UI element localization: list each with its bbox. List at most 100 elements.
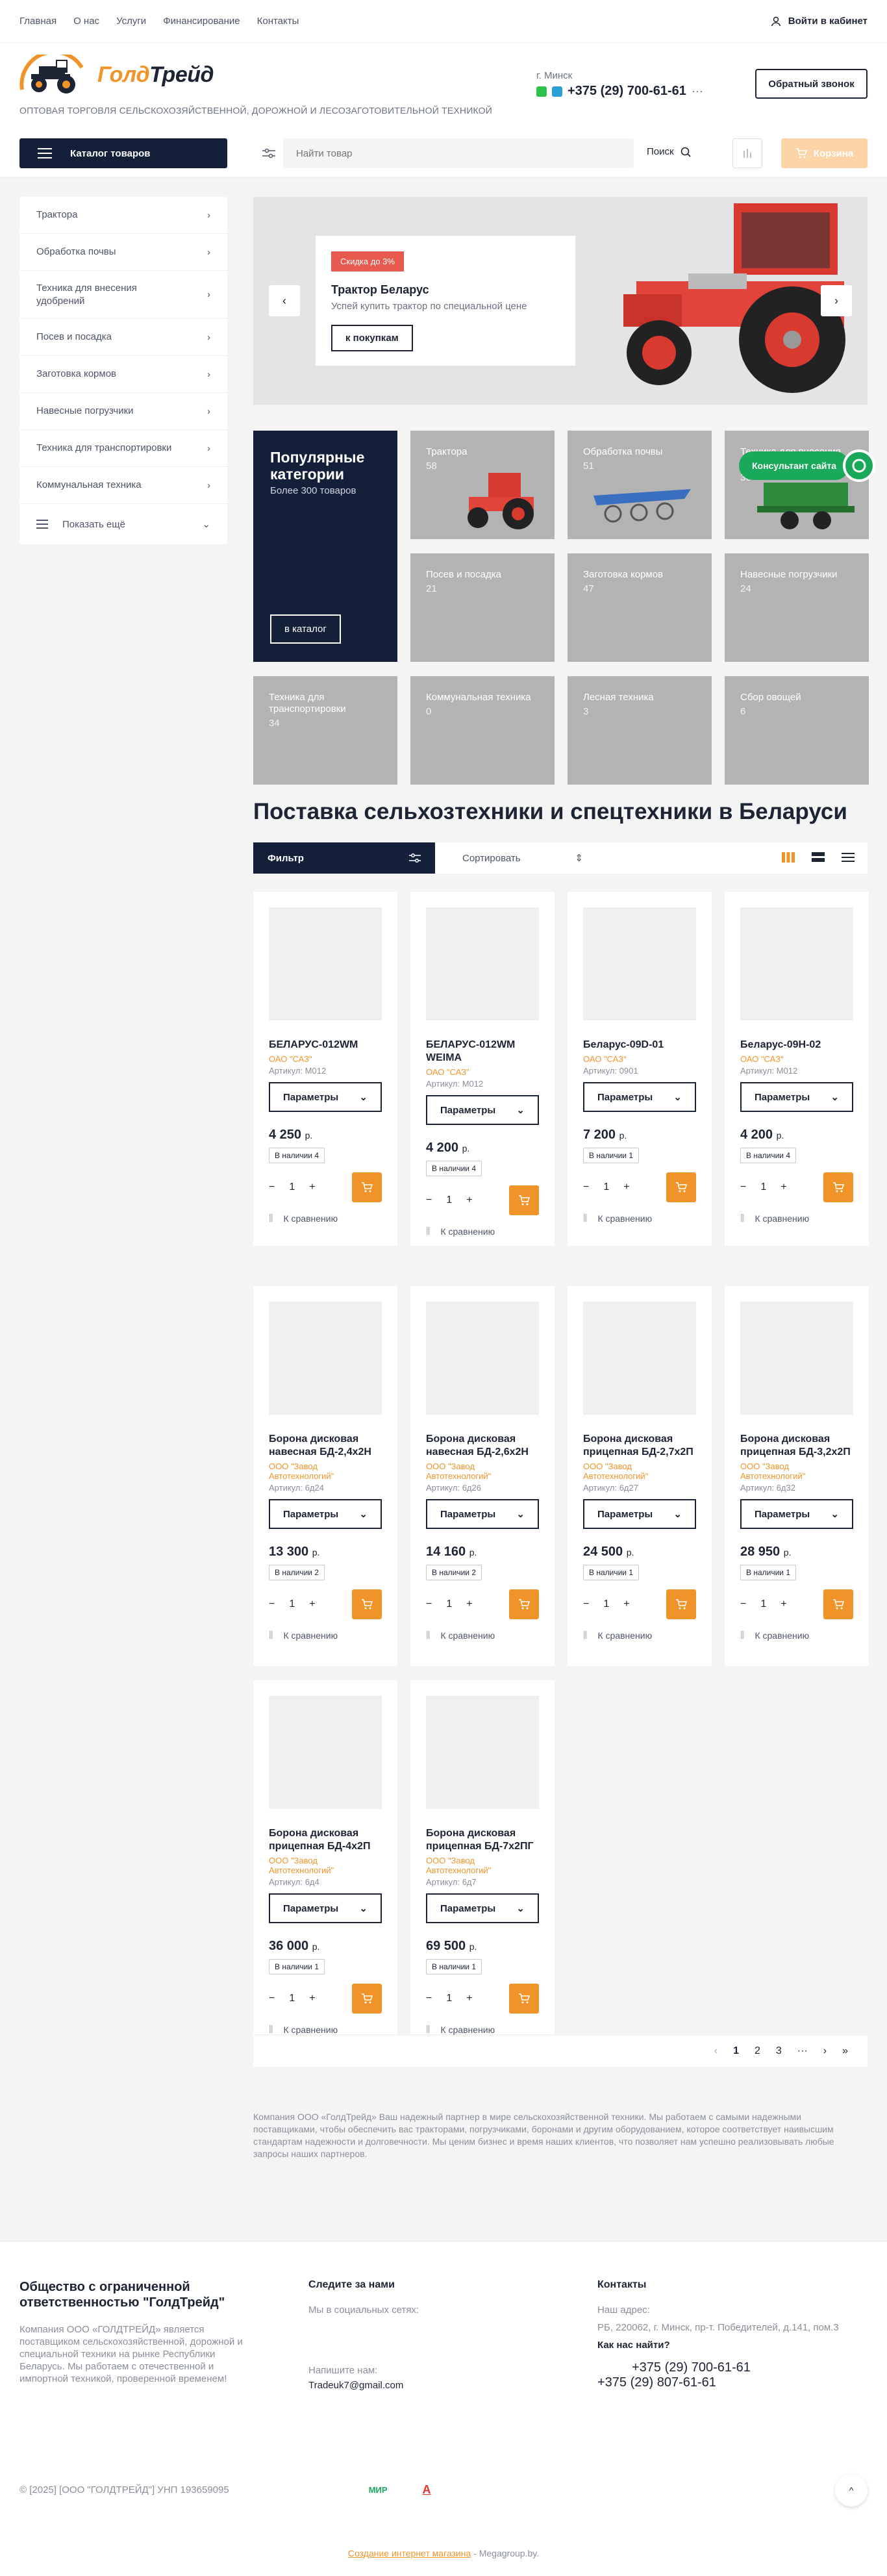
category-tile[interactable]: Посев и посадка 21 bbox=[410, 553, 555, 662]
params-dropdown[interactable]: Параметры ⌄ bbox=[269, 1893, 382, 1923]
product-name[interactable]: Борона дисковая навесная БД-2,6х2Н bbox=[426, 1433, 539, 1459]
product-name[interactable]: Борона дисковая прицепная БД-7х2ПГ bbox=[426, 1827, 539, 1853]
product-name[interactable]: Борона дисковая прицепная БД-4х2П bbox=[269, 1827, 382, 1853]
params-dropdown[interactable]: Параметры ⌄ bbox=[740, 1499, 853, 1529]
plus-button[interactable]: + bbox=[781, 1181, 786, 1193]
params-dropdown[interactable]: Параметры ⌄ bbox=[426, 1095, 539, 1125]
plus-button[interactable]: + bbox=[466, 1598, 472, 1610]
product-name[interactable]: Беларус-09Н-02 bbox=[740, 1039, 853, 1052]
show-more-button[interactable]: Показать ещё ⌄ bbox=[19, 504, 227, 544]
product-image[interactable] bbox=[426, 907, 539, 1020]
params-dropdown[interactable]: Параметры ⌄ bbox=[269, 1082, 382, 1112]
add-to-cart-button[interactable] bbox=[823, 1172, 853, 1202]
minus-button[interactable]: − bbox=[583, 1598, 589, 1610]
plus-button[interactable]: + bbox=[309, 1598, 315, 1610]
minus-button[interactable]: − bbox=[583, 1181, 589, 1193]
product-image[interactable] bbox=[740, 907, 853, 1020]
product-name[interactable]: БЕЛАРУС-012WM WEIMA bbox=[426, 1039, 539, 1065]
compare-link[interactable]: ⫼ К сравнению bbox=[583, 1630, 696, 1641]
category-tile[interactable]: Коммунальная техника 0 bbox=[410, 676, 555, 785]
grid-view-icon[interactable] bbox=[782, 852, 795, 863]
product-name[interactable]: БЕЛАРУС-012WM bbox=[269, 1039, 382, 1052]
params-dropdown[interactable]: Параметры ⌄ bbox=[583, 1499, 696, 1529]
minus-button[interactable]: − bbox=[426, 1194, 432, 1206]
banner-next-button[interactable]: › bbox=[821, 285, 852, 316]
quantity-value[interactable]: 1 bbox=[603, 1181, 609, 1193]
find-us-link[interactable]: Как нас найти? bbox=[597, 2339, 868, 2351]
minus-button[interactable]: − bbox=[269, 1598, 275, 1610]
sidebar-item-tractors[interactable]: Трактора › bbox=[19, 197, 227, 234]
product-image[interactable] bbox=[583, 907, 696, 1020]
category-tile[interactable]: Техника для внесения удобрений36 bbox=[725, 431, 869, 539]
plus-button[interactable]: + bbox=[623, 1181, 629, 1193]
compare-link[interactable]: ⫼ К сравнению bbox=[269, 2024, 382, 2035]
whatsapp-icon[interactable] bbox=[536, 86, 547, 97]
product-card[interactable]: Беларус-09D-01 ОАО "САЗ" Артикул: 0901 Пара… bbox=[568, 892, 712, 1246]
sort-select[interactable]: Сортировать ⇕ bbox=[448, 842, 597, 874]
more-dots-icon[interactable]: ··· bbox=[692, 84, 703, 98]
product-card[interactable]: Борона дисковая прицепная БД-2,7х2П ООО "… bbox=[568, 1286, 712, 1666]
shop-button[interactable]: к покупкам bbox=[331, 325, 413, 351]
quantity-value[interactable]: 1 bbox=[760, 1181, 766, 1193]
callback-button[interactable]: Обратный звонок bbox=[755, 69, 868, 99]
product-image[interactable] bbox=[426, 1696, 539, 1809]
cart-button[interactable]: Корзина bbox=[781, 138, 868, 168]
quantity-value[interactable]: 1 bbox=[760, 1598, 766, 1610]
sidebar-item-municipal[interactable]: Коммунальная техника › bbox=[19, 467, 227, 504]
sidebar-item-fertilizer[interactable]: Техника для внесения удобрений › bbox=[19, 271, 227, 319]
table-view-icon[interactable] bbox=[842, 852, 855, 863]
quantity-value[interactable]: 1 bbox=[289, 1598, 295, 1610]
quantity-value[interactable]: 1 bbox=[446, 1598, 452, 1610]
filter-button[interactable]: Фильтр bbox=[253, 842, 435, 874]
search-input[interactable] bbox=[283, 138, 634, 168]
product-card[interactable]: БЕЛАРУС-012WM WEIMA ОАО "САЗ" Артикул: М01… bbox=[410, 892, 555, 1246]
add-to-cart-button[interactable] bbox=[823, 1589, 853, 1619]
nav-finance[interactable]: Финансирование bbox=[163, 16, 240, 27]
product-image[interactable] bbox=[269, 1696, 382, 1809]
product-card[interactable]: Борона дисковая навесная БД-2,6х2Н ООО "З… bbox=[410, 1286, 555, 1666]
search-button[interactable]: Поиск bbox=[647, 146, 691, 157]
category-tile[interactable]: Сбор овощей 6 bbox=[725, 676, 869, 785]
prev-page-icon[interactable]: ‹ bbox=[714, 2045, 718, 2057]
footer-phone-2[interactable]: +375 (29) 807-61-61 bbox=[597, 2376, 868, 2389]
compare-link[interactable]: ⫼ К сравнению bbox=[426, 2024, 539, 2035]
category-tile[interactable]: Навесные погрузчики 24 bbox=[725, 553, 869, 662]
product-name[interactable]: Борона дисковая навесная БД-2,4х2Н bbox=[269, 1433, 382, 1459]
plus-button[interactable]: + bbox=[623, 1598, 629, 1610]
params-dropdown[interactable]: Параметры ⌄ bbox=[583, 1082, 696, 1112]
add-to-cart-button[interactable] bbox=[509, 1984, 539, 2014]
category-tile[interactable]: Заготовка кормов 47 bbox=[568, 553, 712, 662]
product-card[interactable]: Борона дисковая прицепная БД-4х2П ООО "За… bbox=[253, 1680, 397, 2035]
sidebar-item-transport[interactable]: Техника для транспортировки › bbox=[19, 430, 227, 467]
compare-button[interactable] bbox=[732, 138, 762, 168]
nav-services[interactable]: Услуги bbox=[116, 16, 146, 27]
consultant-button[interactable]: Консультант сайта bbox=[739, 451, 849, 480]
plus-button[interactable]: + bbox=[309, 1993, 315, 2004]
plus-button[interactable]: + bbox=[781, 1598, 786, 1610]
product-name[interactable]: Борона дисковая прицепная БД-3,2х2П bbox=[740, 1433, 853, 1459]
category-tile[interactable]: Техника для транспортировки 34 bbox=[253, 676, 397, 785]
params-dropdown[interactable]: Параметры ⌄ bbox=[269, 1499, 382, 1529]
compare-link[interactable]: ⫼ К сравнению bbox=[269, 1630, 382, 1641]
compare-link[interactable]: ⫼ К сравнению bbox=[269, 1213, 382, 1224]
login-link[interactable]: Войти в кабинет bbox=[770, 16, 868, 27]
product-card[interactable]: Беларус-09Н-02 ОАО "САЗ" Артикул: М012 Пара… bbox=[725, 892, 869, 1246]
telegram-icon[interactable] bbox=[552, 86, 562, 97]
category-tile[interactable]: Лесная техника 3 bbox=[568, 676, 712, 785]
add-to-cart-button[interactable] bbox=[352, 1172, 382, 1202]
category-tile[interactable]: Обработка почвы 51 bbox=[568, 431, 712, 539]
scroll-top-button[interactable]: ^ bbox=[835, 2474, 868, 2507]
sidebar-item-sowing[interactable]: Посев и посадка › bbox=[19, 319, 227, 356]
product-image[interactable] bbox=[269, 1302, 382, 1415]
product-name[interactable]: Борона дисковая прицепная БД-2,7х2П bbox=[583, 1433, 696, 1459]
compare-link[interactable]: ⫼ К сравнению bbox=[426, 1630, 539, 1641]
quantity-value[interactable]: 1 bbox=[289, 1993, 295, 2004]
page-3[interactable]: 3 bbox=[776, 2045, 782, 2057]
product-image[interactable] bbox=[426, 1302, 539, 1415]
product-card[interactable]: Борона дисковая прицепная БД-3,2х2П ООО "… bbox=[725, 1286, 869, 1666]
catalog-button[interactable]: Каталог товаров bbox=[19, 138, 227, 168]
add-to-cart-button[interactable] bbox=[352, 1984, 382, 2014]
page-1[interactable]: 1 bbox=[733, 2045, 739, 2057]
add-to-cart-button[interactable] bbox=[666, 1589, 696, 1619]
plus-button[interactable]: + bbox=[466, 1993, 472, 2004]
